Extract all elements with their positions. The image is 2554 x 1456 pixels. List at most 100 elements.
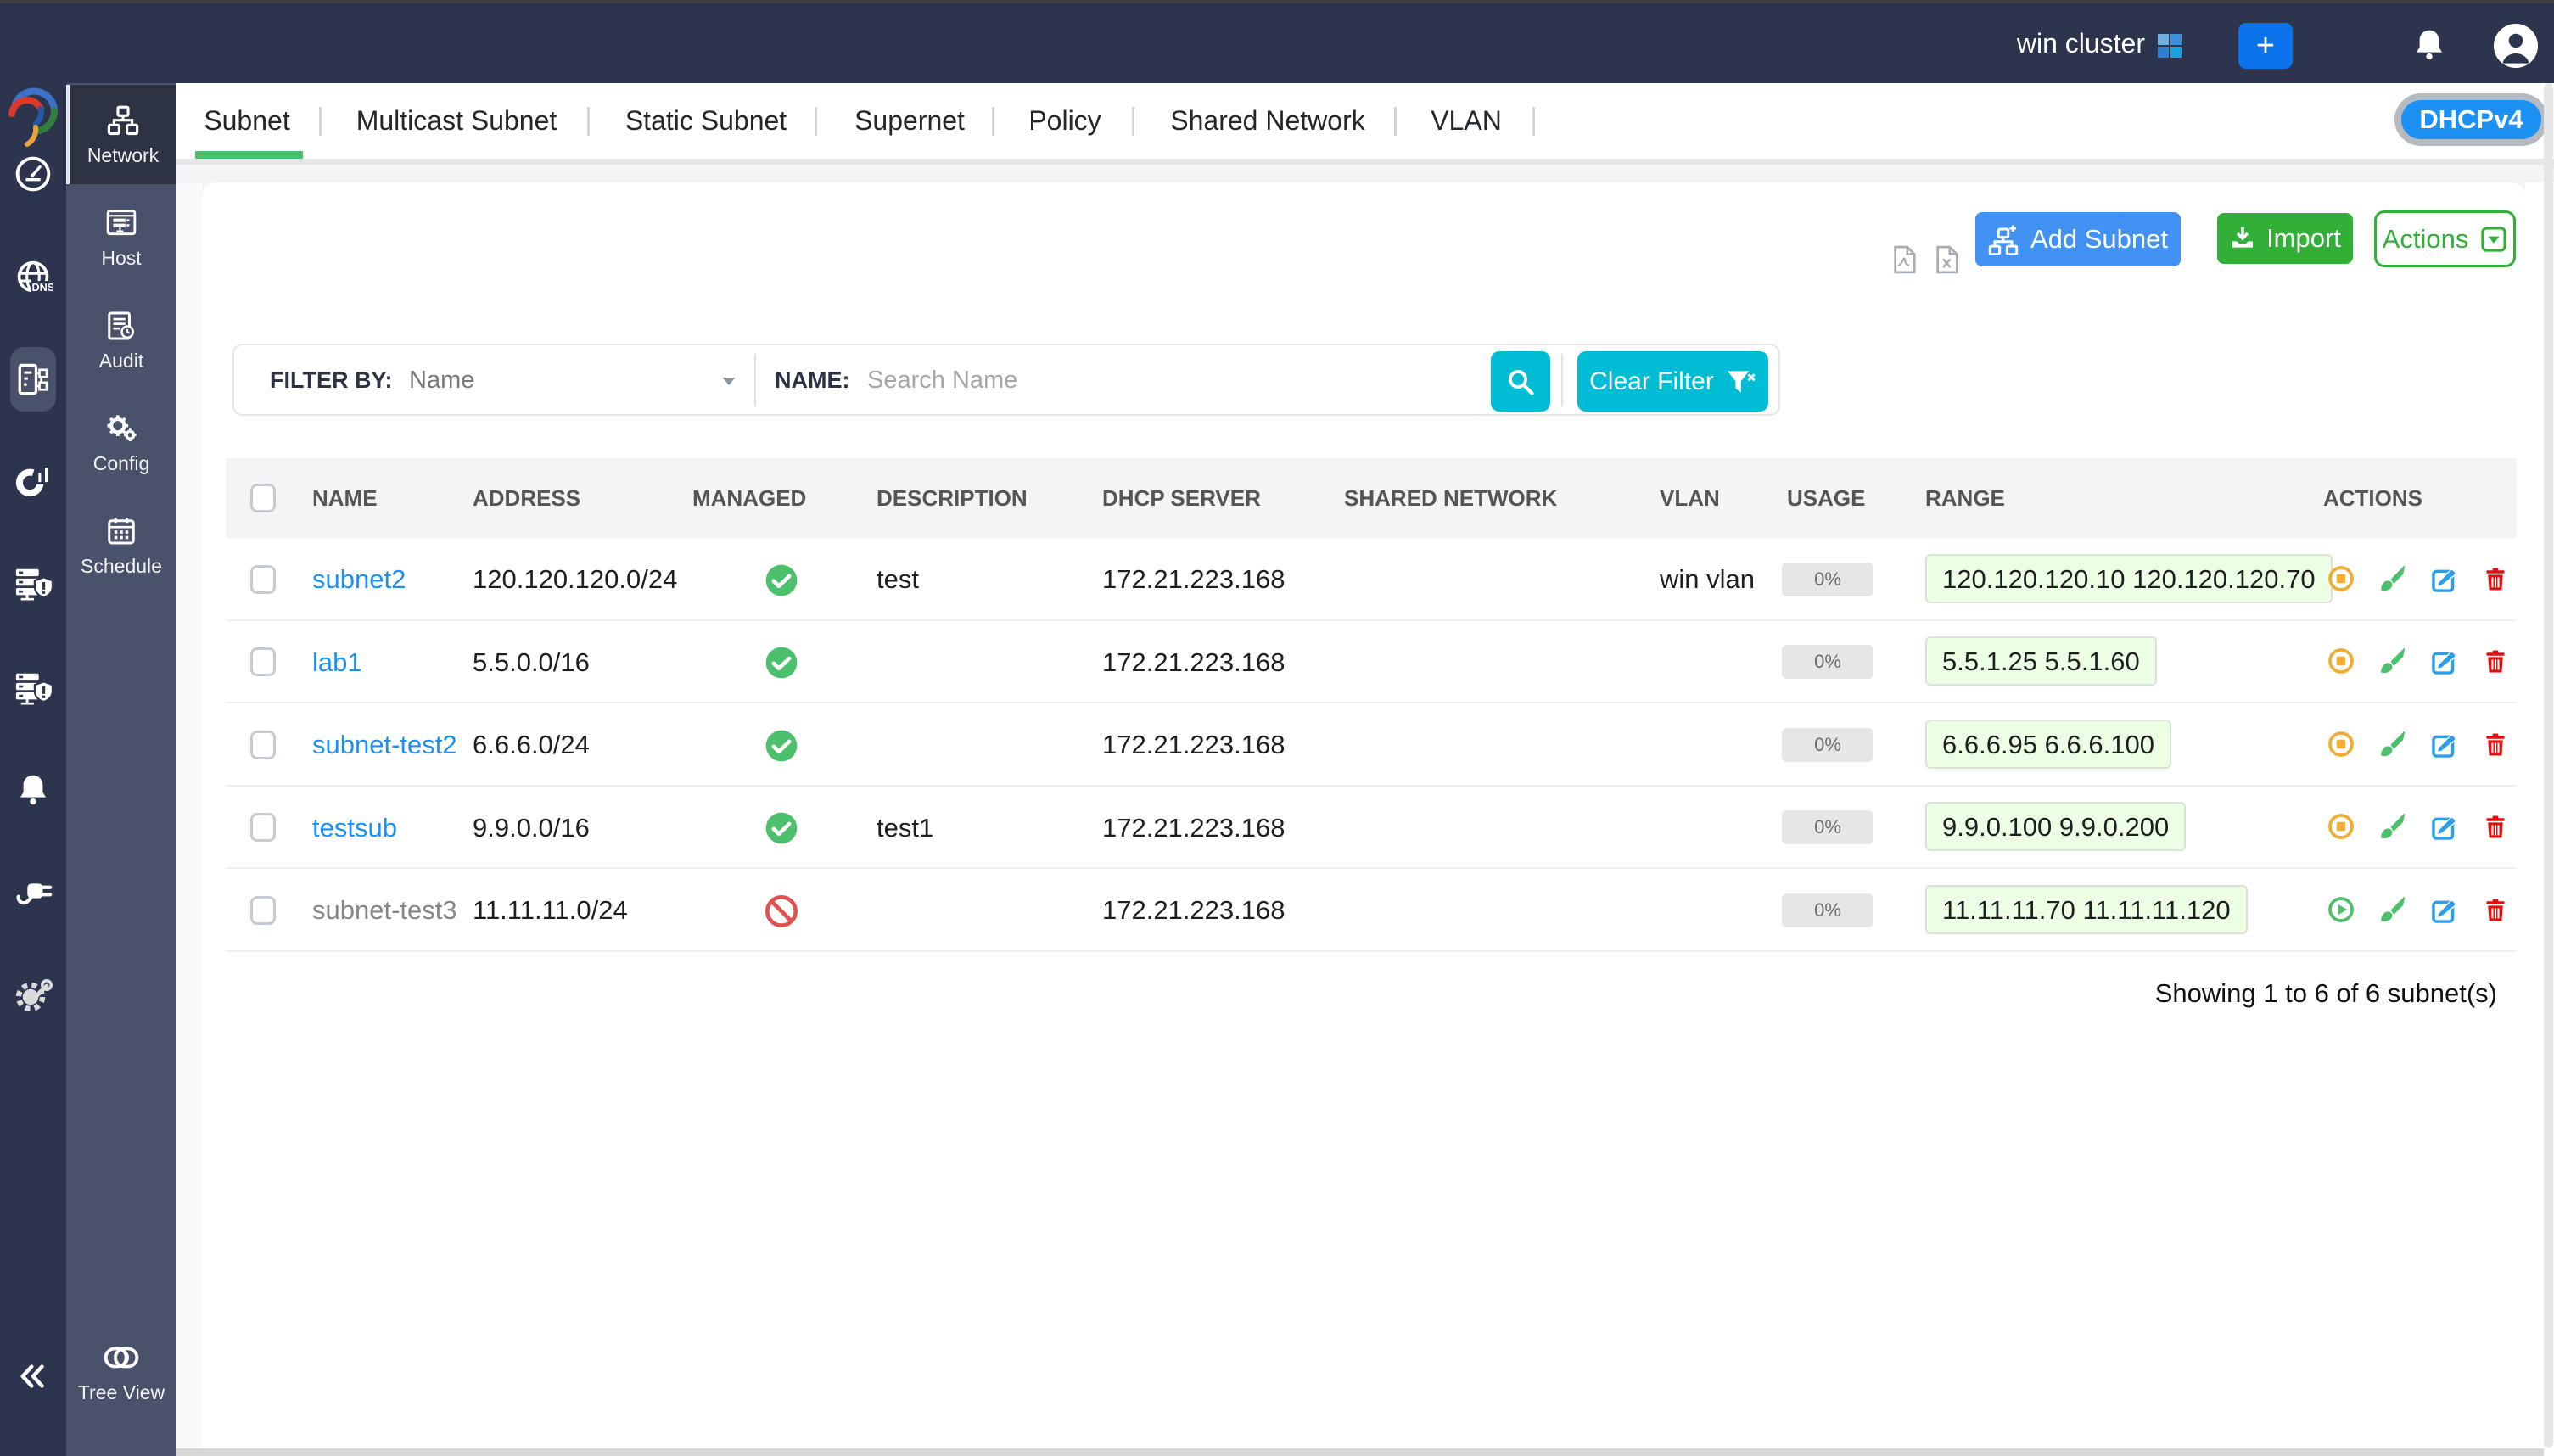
vertical-scrollbar[interactable] xyxy=(2544,83,2553,1448)
row-checkbox[interactable] xyxy=(250,731,276,759)
stop-subnet-icon[interactable] xyxy=(2328,566,2354,593)
dns-globe-icon[interactable]: DNS xyxy=(14,259,53,298)
reclaim-brush-icon[interactable] xyxy=(2378,731,2406,759)
filter-by-select[interactable]: Name xyxy=(409,345,474,415)
sidebar-item-host[interactable]: Host xyxy=(66,188,176,290)
sidebar-item-config[interactable]: Config xyxy=(66,393,176,496)
edit-icon[interactable] xyxy=(2431,897,2458,924)
import-button[interactable]: Import xyxy=(2217,213,2353,264)
delete-icon[interactable] xyxy=(2483,897,2508,924)
actions-button[interactable]: Actions xyxy=(2374,210,2516,267)
table-row: lab1 5.5.0.0/16 172.21.223.168 0% 5.5.1.… xyxy=(226,621,2517,704)
delete-icon[interactable] xyxy=(2483,566,2508,593)
tab-subnet[interactable]: Subnet xyxy=(204,83,289,159)
tab-shared-network[interactable]: Shared Network xyxy=(1170,83,1364,159)
tab-static-subnet[interactable]: Static Subnet xyxy=(625,83,787,159)
network-sitemap-icon xyxy=(107,104,139,137)
start-subnet-icon[interactable] xyxy=(2328,897,2354,924)
tab-supernet[interactable]: Supernet xyxy=(854,83,965,159)
user-avatar-icon[interactable] xyxy=(2494,24,2538,68)
clear-filter-icon xyxy=(1724,366,1756,398)
col-header-shared-network[interactable]: SHARED NETWORK xyxy=(1344,458,1557,538)
col-header-managed[interactable]: MANAGED xyxy=(692,458,806,538)
tab-vlan[interactable]: VLAN xyxy=(1431,83,1502,159)
subnet-name-link[interactable]: lab1 xyxy=(312,621,362,704)
svg-text:DNS: DNS xyxy=(31,282,53,294)
import-download-icon xyxy=(2229,225,2256,252)
reclaim-brush-icon[interactable] xyxy=(2378,648,2406,675)
protocol-badge[interactable]: DHCPv4 xyxy=(2394,93,2548,146)
tabbar-bottom-band xyxy=(176,159,2554,165)
clear-filter-button[interactable]: Clear Filter xyxy=(1577,351,1768,412)
alerts-bell-icon[interactable] xyxy=(14,771,52,809)
edit-icon[interactable] xyxy=(2431,731,2458,759)
search-button[interactable] xyxy=(1491,351,1550,412)
delete-icon[interactable] xyxy=(2483,814,2508,841)
app-logo[interactable] xyxy=(5,68,58,153)
export-excel-icon[interactable] xyxy=(1933,239,1962,280)
row-checkbox[interactable] xyxy=(250,813,276,842)
add-subnet-button[interactable]: Add Subnet xyxy=(1975,212,2181,266)
delete-icon[interactable] xyxy=(2483,648,2508,675)
schedule-calendar-icon xyxy=(106,516,137,546)
stop-subnet-icon[interactable] xyxy=(2328,648,2354,675)
add-cluster-button[interactable]: + xyxy=(2238,23,2293,69)
row-checkbox[interactable] xyxy=(250,896,276,925)
server-shield-icon[interactable] xyxy=(13,563,53,602)
stop-subnet-icon[interactable] xyxy=(2328,731,2354,759)
tab-separator xyxy=(1394,107,1397,136)
ipam-icon[interactable] xyxy=(15,361,51,397)
tree-view-icon xyxy=(104,1340,139,1375)
tab-separator xyxy=(319,107,322,136)
primary-sidebar: DNS xyxy=(0,83,66,1456)
row-actions xyxy=(2328,814,2508,841)
sidebar-item-schedule[interactable]: Schedule xyxy=(66,496,176,598)
row-checkbox[interactable] xyxy=(250,565,276,594)
col-header-usage[interactable]: USAGE xyxy=(1787,458,1865,538)
reclaim-brush-icon[interactable] xyxy=(2378,897,2406,924)
filter-divider xyxy=(1561,354,1563,406)
reclaim-brush-icon[interactable] xyxy=(2378,566,2406,593)
subnet-name-link[interactable]: subnet-test3 xyxy=(312,869,457,952)
stop-subnet-icon[interactable] xyxy=(2328,814,2354,841)
sidebar-item-network[interactable]: Network xyxy=(66,85,176,184)
subnet-description: test1 xyxy=(877,787,933,870)
edit-icon[interactable] xyxy=(2431,648,2458,675)
col-header-name[interactable]: NAME xyxy=(312,458,378,538)
col-header-description[interactable]: DESCRIPTION xyxy=(877,458,1028,538)
table-row: subnet-test2 6.6.6.0/24 172.21.223.168 0… xyxy=(226,703,2517,787)
edit-icon[interactable] xyxy=(2431,566,2458,593)
tab-separator xyxy=(1532,107,1535,136)
search-name-input[interactable]: Search Name xyxy=(867,345,1017,415)
delete-icon[interactable] xyxy=(2483,731,2508,759)
subnet-name-link[interactable]: testsub xyxy=(312,787,397,870)
tab-multicast-subnet[interactable]: Multicast Subnet xyxy=(356,83,557,159)
sidebar-item-audit[interactable]: Audit xyxy=(66,290,176,393)
filter-by-caret-icon[interactable] xyxy=(720,372,738,391)
row-checkbox[interactable] xyxy=(250,647,276,676)
col-header-actions[interactable]: ACTIONS xyxy=(2323,458,2422,538)
reports-pie-icon[interactable] xyxy=(14,461,53,500)
admin-gear-wrench-icon[interactable] xyxy=(13,977,53,1017)
subnet-name-link[interactable]: subnet-test2 xyxy=(312,703,457,787)
collapse-sidebar-icon[interactable] xyxy=(15,1358,51,1394)
col-header-address[interactable]: ADDRESS xyxy=(473,458,580,538)
subnet-address: 11.11.11.0/24 xyxy=(473,869,628,952)
plug-icon[interactable] xyxy=(14,871,53,910)
dashboard-gauge-icon[interactable] xyxy=(14,154,53,193)
col-header-range[interactable]: RANGE xyxy=(1925,458,2005,538)
sidebar-item-tree-view[interactable]: Tree View xyxy=(66,1322,176,1425)
edit-icon[interactable] xyxy=(2431,814,2458,841)
export-pdf-icon[interactable] xyxy=(1890,239,1919,280)
col-header-vlan[interactable]: VLAN xyxy=(1660,458,1720,538)
col-header-dhcp-server[interactable]: DHCP SERVER xyxy=(1102,458,1261,538)
subnet-name-link[interactable]: subnet2 xyxy=(312,538,406,621)
select-all-checkbox[interactable] xyxy=(250,484,276,512)
tab-policy[interactable]: Policy xyxy=(1028,83,1101,159)
subnet-address: 120.120.120.0/24 xyxy=(473,538,677,621)
notifications-bell-icon[interactable] xyxy=(2411,26,2448,64)
filter-bar: FILTER BY: Name NAME: Search Name Clear … xyxy=(232,344,1780,416)
cluster-name[interactable]: win cluster xyxy=(2002,3,2145,83)
server-shield2-icon[interactable] xyxy=(13,668,53,707)
reclaim-brush-icon[interactable] xyxy=(2378,814,2406,841)
